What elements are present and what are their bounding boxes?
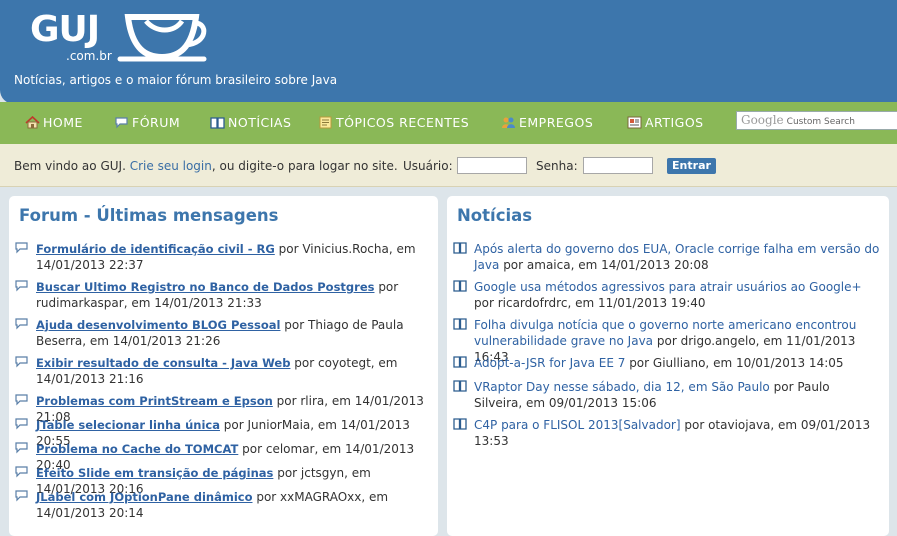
forum-post-item: Buscar Ultimo Registro no Banco de Dados…	[15, 279, 425, 311]
site-logo[interactable]: GUJ	[30, 10, 100, 50]
nav-label: FÓRUM	[132, 115, 181, 130]
password-label: Senha:	[536, 159, 578, 173]
book-icon	[453, 418, 467, 430]
site-header: GUJ .com.br Notícias, artigos e o maior …	[0, 0, 897, 102]
forum-post-item: Formulário de identificação civil - RG p…	[15, 241, 425, 273]
forum-post-link[interactable]: Exibir resultado de consulta - Java Web	[36, 356, 290, 370]
book-icon	[210, 117, 225, 129]
logo-domain: .com.br	[66, 49, 112, 63]
forum-post-item: Ajuda desenvolvimento BLOG Pessoal por T…	[15, 317, 425, 349]
forum-panel: Forum - Últimas mensagens Formulário de …	[9, 196, 438, 536]
notes-icon	[319, 116, 332, 129]
news-link[interactable]: Adopt-a-JSR for Java EE 7	[474, 356, 625, 370]
forum-post-link[interactable]: Problema no Cache do TOMCAT	[36, 442, 238, 456]
nav-label: EMPREGOS	[519, 115, 594, 130]
login-button[interactable]: Entrar	[667, 158, 716, 174]
speech-bubble-icon	[15, 242, 28, 254]
forum-post-link[interactable]: Buscar Ultimo Registro no Banco de Dados…	[36, 280, 374, 294]
book-icon	[453, 380, 467, 392]
people-icon	[502, 117, 515, 128]
news-item: Após alerta do governo dos EUA, Oracle c…	[453, 241, 881, 273]
forum-post-link[interactable]: Efeito Slide em transição de páginas	[36, 466, 273, 480]
forum-post-link[interactable]: Problemas com PrintStream e Epson	[36, 394, 273, 408]
site-tagline: Notícias, artigos e o maior fórum brasil…	[14, 73, 338, 87]
nav-item-noticias[interactable]: NOTÍCIAS	[210, 115, 291, 131]
google-brand-logo: Google	[741, 113, 784, 127]
nav-label: NOTÍCIAS	[228, 115, 292, 130]
forum-title: Forum - Últimas mensagens	[19, 206, 279, 225]
book-icon	[453, 242, 467, 254]
news-item: VRaptor Day nesse sábado, dia 12, em São…	[453, 379, 881, 411]
username-label: Usuário:	[403, 159, 453, 173]
speech-bubble-icon	[15, 356, 28, 368]
username-field[interactable]	[457, 157, 527, 174]
speech-bubble-icon	[15, 318, 28, 330]
forum-post-link[interactable]: Formulário de identificação civil - RG	[36, 242, 275, 256]
nav-label: TÓPICOS RECENTES	[336, 115, 470, 130]
news-panel: Notícias Após alerta do governo dos EUA,…	[447, 196, 889, 536]
search-placeholder: Custom Search	[786, 117, 855, 127]
password-field[interactable]	[583, 157, 653, 174]
book-icon	[453, 280, 467, 292]
search-input[interactable]: Google Custom Search	[736, 111, 897, 130]
forum-post-item: Exibir resultado de consulta - Java Web …	[15, 355, 425, 387]
nav-label: HOME	[43, 115, 83, 130]
news-link[interactable]: VRaptor Day nesse sábado, dia 12, em São…	[474, 380, 770, 394]
nav-label: ARTIGOS	[645, 115, 704, 130]
news-meta: por ricardofrdrc, em 11/01/2013 19:40	[474, 296, 706, 310]
welcome-text: Bem vindo ao GUJ. Crie seu login, ou dig…	[14, 159, 398, 173]
speech-bubble-icon	[115, 117, 128, 129]
nav-item-artigos[interactable]: ARTIGOS	[627, 115, 704, 131]
forum-post-link[interactable]: Ajuda desenvolvimento BLOG Pessoal	[36, 318, 280, 332]
nav-item-forum[interactable]: FÓRUM	[114, 115, 180, 131]
speech-bubble-icon	[15, 394, 28, 406]
news-item: Google usa métodos agressivos para atrai…	[453, 279, 881, 311]
news-item: C4P para o FLISOL 2013[Salvador] por ota…	[453, 417, 881, 449]
forum-post-link[interactable]: JLabel com JOptionPane dinâmico	[36, 490, 253, 504]
article-icon	[627, 116, 642, 129]
news-meta: por Giulliano, em 10/01/2013 14:05	[629, 356, 844, 370]
news-link[interactable]: C4P para o FLISOL 2013[Salvador]	[474, 418, 681, 432]
news-item: Adopt-a-JSR for Java EE 7 por Giulliano,…	[453, 355, 881, 371]
book-icon	[453, 318, 467, 330]
speech-bubble-icon	[15, 418, 28, 430]
speech-bubble-icon	[15, 490, 28, 502]
nav-item-empregos[interactable]: EMPREGOS	[501, 115, 593, 131]
coffee-cup-icon	[117, 14, 207, 62]
forum-post-item: JLabel com JOptionPane dinâmico por xxMA…	[15, 489, 425, 521]
book-icon	[453, 356, 467, 368]
news-title: Notícias	[457, 206, 533, 225]
news-link[interactable]: Google usa métodos agressivos para atrai…	[474, 280, 862, 294]
news-meta: por amaica, em 14/01/2013 20:08	[503, 258, 709, 272]
nav-item-topicos-recentes[interactable]: TÓPICOS RECENTES	[318, 115, 469, 131]
speech-bubble-icon	[15, 280, 28, 292]
nav-item-home[interactable]: HOME	[25, 115, 83, 131]
forum-post-link[interactable]: JTable selecionar linha única	[36, 418, 220, 432]
speech-bubble-icon	[15, 466, 28, 478]
speech-bubble-icon	[15, 442, 28, 454]
login-bar: Bem vindo ao GUJ. Crie seu login, ou dig…	[0, 144, 897, 187]
signup-link[interactable]: Crie seu login	[130, 159, 212, 173]
home-icon	[25, 116, 40, 129]
